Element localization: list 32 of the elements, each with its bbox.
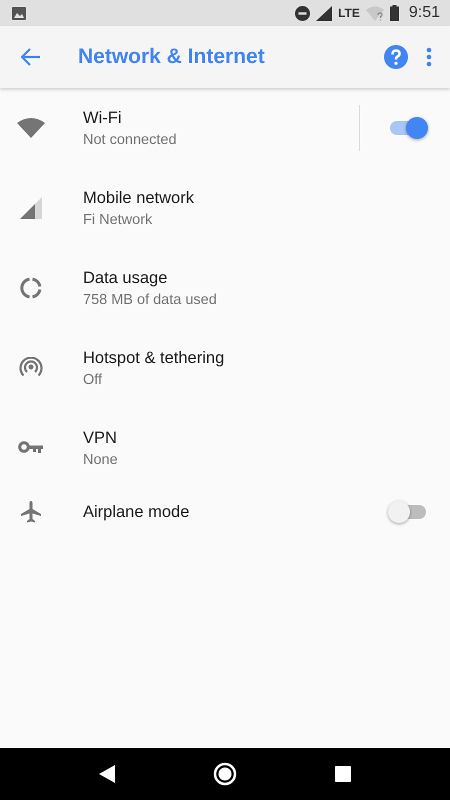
clock: 9:51 — [408, 4, 440, 22]
setting-summary: Fi Network — [83, 212, 154, 228]
setting-title[interactable]: Wi-Fi — [83, 108, 359, 128]
setting-title[interactable]: Hotspot & tethering — [83, 348, 450, 368]
setting-title[interactable]: VPN — [83, 428, 450, 448]
setting-title[interactable]: Data usage — [83, 268, 450, 288]
more-options-icon[interactable] — [426, 47, 432, 67]
toolbar-title: Network & Internet — [78, 45, 266, 69]
signal-icon — [20, 197, 42, 219]
setting-summary: 758 MB of data used — [83, 292, 218, 308]
wifi-icon — [16, 118, 44, 138]
toggle-switch[interactable] — [388, 116, 428, 140]
do-not-disturb-icon — [295, 6, 310, 20]
home-icon[interactable] — [213, 762, 237, 786]
toggle-switch[interactable] — [388, 500, 428, 524]
key-icon — [18, 441, 44, 455]
airplane-icon — [18, 500, 42, 524]
help-icon[interactable] — [384, 45, 408, 69]
back-arrow-icon[interactable] — [21, 48, 41, 66]
battery-icon — [390, 5, 399, 21]
setting-title[interactable]: Mobile network — [83, 188, 450, 208]
signal-icon — [316, 6, 332, 20]
back-icon[interactable] — [99, 765, 115, 783]
network-type: LTE — [338, 6, 360, 20]
picture-icon — [12, 6, 26, 20]
setting-summary: None — [83, 452, 119, 468]
wifi-icon — [366, 6, 384, 20]
data-usage-icon — [20, 277, 42, 299]
setting-summary: Not connected — [83, 132, 178, 148]
setting-summary: Off — [83, 372, 104, 388]
setting-title[interactable]: Airplane mode — [83, 502, 388, 522]
hotspot-icon — [18, 357, 42, 379]
